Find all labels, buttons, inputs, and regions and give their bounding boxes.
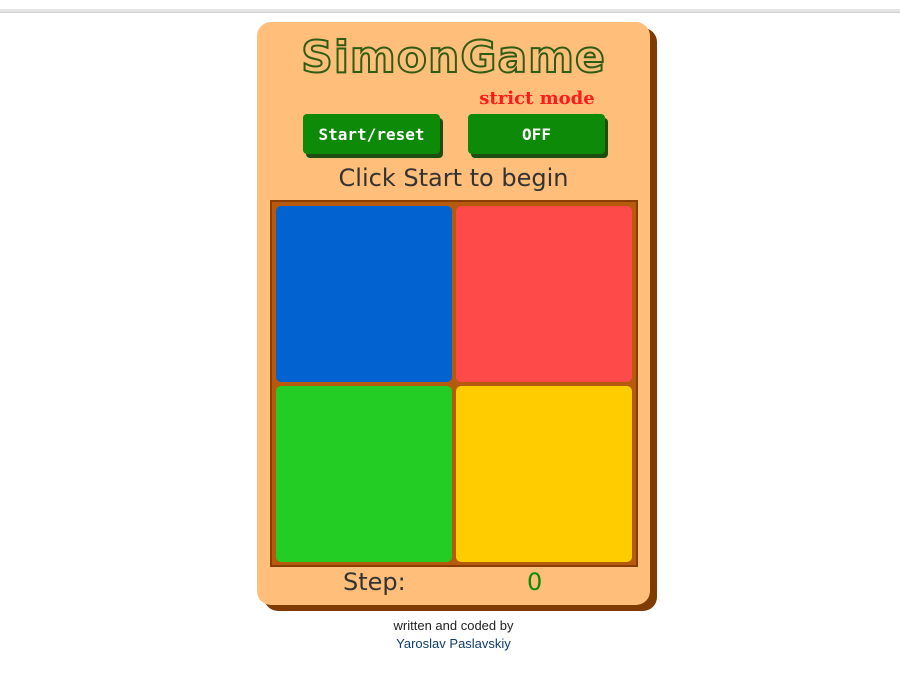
strict-mode-label: strict mode [479,88,595,109]
author-link[interactable]: Yaroslav Paslavskiy [0,636,900,651]
pad-green[interactable] [276,386,452,562]
start-reset-button[interactable]: Start/reset [303,114,440,154]
game-title: SimonGame [300,32,606,83]
browser-top-border [0,9,900,13]
pad-blue[interactable] [276,206,452,382]
strict-mode-toggle-button[interactable]: OFF [468,114,605,154]
pad-yellow[interactable] [456,386,632,562]
game-card: SimonGame strict mode Start/reset OFF Cl… [257,22,650,605]
status-message: Click Start to begin [338,164,569,192]
game-board [270,200,638,567]
footer-credit: written and coded by [393,618,514,633]
pad-red[interactable] [456,206,632,382]
step-counter: 0 [527,568,543,596]
step-label: Step: [343,568,406,596]
